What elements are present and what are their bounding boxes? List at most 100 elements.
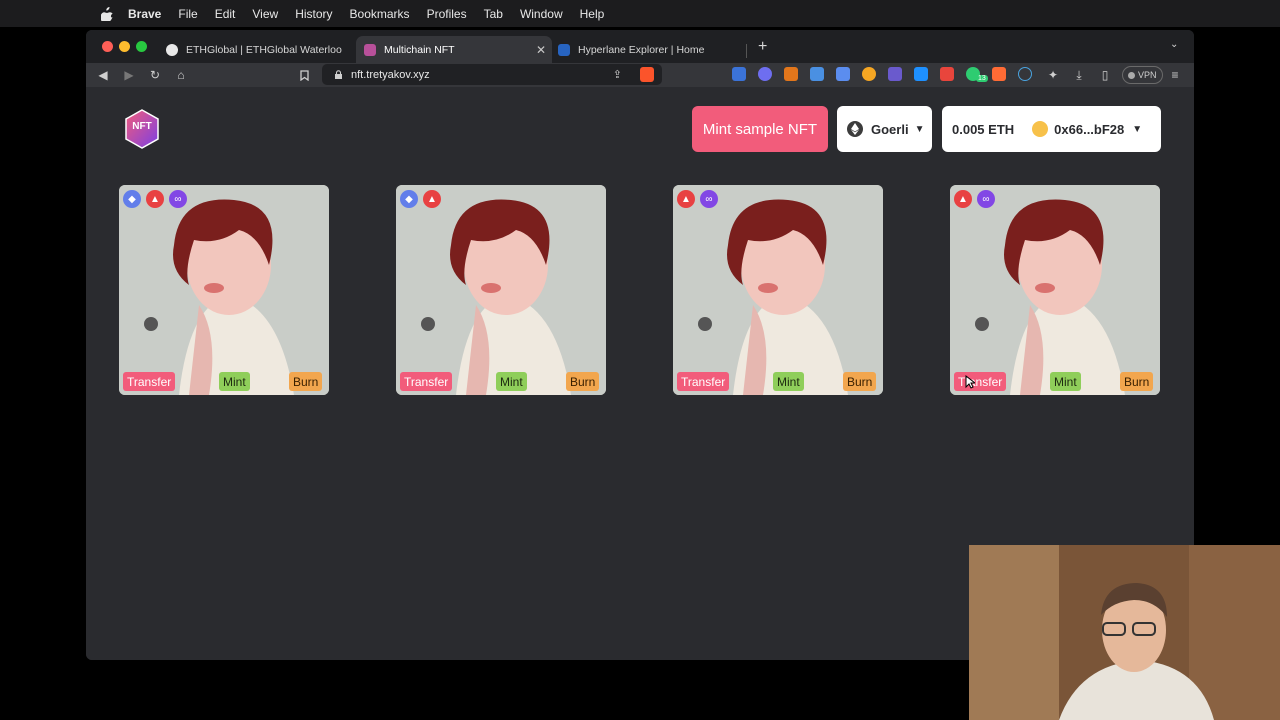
extension-icon[interactable] <box>940 67 954 81</box>
browser-toolbar: ◀ ▶ ↻ ⌂ nft.tretyakov.xyz ⇪ 13 ✦ ⤓ ▯ VPN <box>86 63 1194 87</box>
nft-logo[interactable]: NFT <box>124 109 160 149</box>
hyperlane-favicon-icon <box>558 43 570 56</box>
share-icon[interactable]: ⇪ <box>613 68 622 81</box>
extension-icon[interactable] <box>992 67 1006 81</box>
download-icon[interactable]: ⤓ <box>1072 67 1086 83</box>
extension-icon[interactable] <box>914 67 928 81</box>
mint-button[interactable]: Mint <box>219 372 250 391</box>
address-bar[interactable]: nft.tretyakov.xyz ⇪ <box>322 64 662 85</box>
avalanche-icon: ▲ <box>677 190 695 208</box>
home-icon[interactable]: ⌂ <box>174 67 188 83</box>
menu-app-name[interactable]: Brave <box>128 7 161 21</box>
transfer-button[interactable]: Transfer <box>400 372 453 391</box>
url-text: nft.tretyakov.xyz <box>351 68 430 81</box>
menu-history[interactable]: History <box>295 7 332 21</box>
wallet-address: 0x66...bF28 <box>1054 121 1125 137</box>
menu-edit[interactable]: Edit <box>215 7 236 21</box>
apple-icon[interactable] <box>100 6 114 21</box>
extension-icon[interactable] <box>888 67 902 81</box>
chevron-down-icon: ▼ <box>914 123 925 135</box>
tab-ethglobal[interactable]: ETHGlobal | ETHGlobal Waterloo <box>158 36 354 63</box>
extension-icon[interactable] <box>1018 67 1032 81</box>
vpn-button[interactable]: VPN <box>1122 66 1163 84</box>
tab-multichain-nft[interactable]: Multichain NFT ✕ <box>356 36 552 63</box>
ethereum-icon <box>847 121 863 137</box>
avatar <box>1032 121 1049 137</box>
nft-card[interactable]: ◆ ▲ ∞ Transfer Mint Burn <box>119 185 329 395</box>
nft-card[interactable]: ▲ ∞ Transfer Mint Burn <box>950 185 1160 395</box>
close-window-button[interactable] <box>102 41 113 52</box>
forward-icon[interactable]: ▶ <box>122 67 136 83</box>
transfer-button[interactable]: Transfer <box>954 372 1007 391</box>
ethereum-icon: ◆ <box>123 190 141 208</box>
nft-card[interactable]: ◆ ▲ Transfer Mint Burn <box>396 185 606 395</box>
polygon-icon: ∞ <box>977 190 995 208</box>
logo-text: NFT <box>132 121 152 132</box>
polygon-icon: ∞ <box>700 190 718 208</box>
menu-profiles[interactable]: Profiles <box>427 7 467 21</box>
brave-shields-icon[interactable] <box>640 67 654 82</box>
chevron-down-icon: ▼ <box>1132 123 1143 135</box>
nft-artwork-image <box>396 185 606 395</box>
menu-hamburger-icon[interactable]: ≡ <box>1168 67 1182 83</box>
webcam-overlay <box>969 545 1280 720</box>
tab-title: Multichain NFT <box>384 43 455 56</box>
new-tab-icon[interactable]: + <box>758 38 767 56</box>
menu-help[interactable]: Help <box>580 7 605 21</box>
tab-divider <box>746 44 747 58</box>
burn-button[interactable]: Burn <box>566 372 600 391</box>
menu-tab[interactable]: Tab <box>484 7 503 21</box>
network-label: Goerli <box>871 121 909 137</box>
nft-artwork-image <box>119 185 329 395</box>
transfer-button[interactable]: Transfer <box>123 372 176 391</box>
sidebar-icon[interactable]: ▯ <box>1098 67 1112 83</box>
burn-button[interactable]: Burn <box>1120 372 1154 391</box>
menu-view[interactable]: View <box>252 7 278 21</box>
bookmark-icon[interactable] <box>297 67 311 83</box>
mint-sample-nft-button[interactable]: Mint sample NFT <box>692 106 828 152</box>
avalanche-icon: ▲ <box>146 190 164 208</box>
extension-badge: 13 <box>976 75 988 82</box>
nft-artwork-image <box>673 185 883 395</box>
nft-artwork-image <box>950 185 1160 395</box>
mint-button[interactable]: Mint <box>496 372 527 391</box>
network-selector[interactable]: Goerli ▼ <box>837 106 932 152</box>
menu-bookmarks[interactable]: Bookmarks <box>350 7 410 21</box>
nft-favicon-icon <box>364 43 376 56</box>
tab-search-chevron-icon[interactable]: ⌄ <box>1170 39 1178 50</box>
vpn-label: VPN <box>1138 70 1157 80</box>
tab-title: ETHGlobal | ETHGlobal Waterloo <box>186 43 342 56</box>
metamask-extension-icon[interactable] <box>784 67 798 81</box>
mint-button[interactable]: Mint <box>1050 372 1081 391</box>
ethereum-icon: ◆ <box>400 190 418 208</box>
ethglobal-favicon-icon <box>166 43 178 56</box>
menu-window[interactable]: Window <box>520 7 563 21</box>
mint-button[interactable]: Mint <box>773 372 804 391</box>
transfer-button[interactable]: Transfer <box>677 372 730 391</box>
account-button[interactable]: 0.005 ETH 0x66...bF28 ▼ <box>942 106 1161 152</box>
burn-button[interactable]: Burn <box>289 372 323 391</box>
extension-icon[interactable] <box>836 67 850 81</box>
minimize-window-button[interactable] <box>119 41 130 52</box>
menu-file[interactable]: File <box>178 7 197 21</box>
avalanche-icon: ▲ <box>954 190 972 208</box>
tab-title: Hyperlane Explorer | Home <box>578 43 705 56</box>
extensions-puzzle-icon[interactable]: ✦ <box>1046 67 1060 83</box>
tab-strip: ETHGlobal | ETHGlobal Waterloo Multichai… <box>86 30 1194 63</box>
close-tab-icon[interactable]: ✕ <box>536 43 546 57</box>
back-icon[interactable]: ◀ <box>96 67 110 83</box>
extension-icon[interactable] <box>862 67 876 81</box>
macos-menubar: Brave File Edit View History Bookmarks P… <box>0 0 1280 27</box>
maximize-window-button[interactable] <box>136 41 147 52</box>
polygon-icon: ∞ <box>169 190 187 208</box>
bitwarden-extension-icon[interactable] <box>732 67 746 81</box>
nft-card[interactable]: ▲ ∞ Transfer Mint Burn <box>673 185 883 395</box>
vpn-status-icon <box>1128 71 1135 79</box>
lock-icon <box>335 70 342 79</box>
burn-button[interactable]: Burn <box>843 372 877 391</box>
avalanche-icon: ▲ <box>423 190 441 208</box>
reload-icon[interactable]: ↻ <box>148 67 162 83</box>
extension-icon[interactable] <box>810 67 824 81</box>
tab-hyperlane[interactable]: Hyperlane Explorer | Home <box>550 36 746 63</box>
extension-icon[interactable] <box>758 67 772 81</box>
